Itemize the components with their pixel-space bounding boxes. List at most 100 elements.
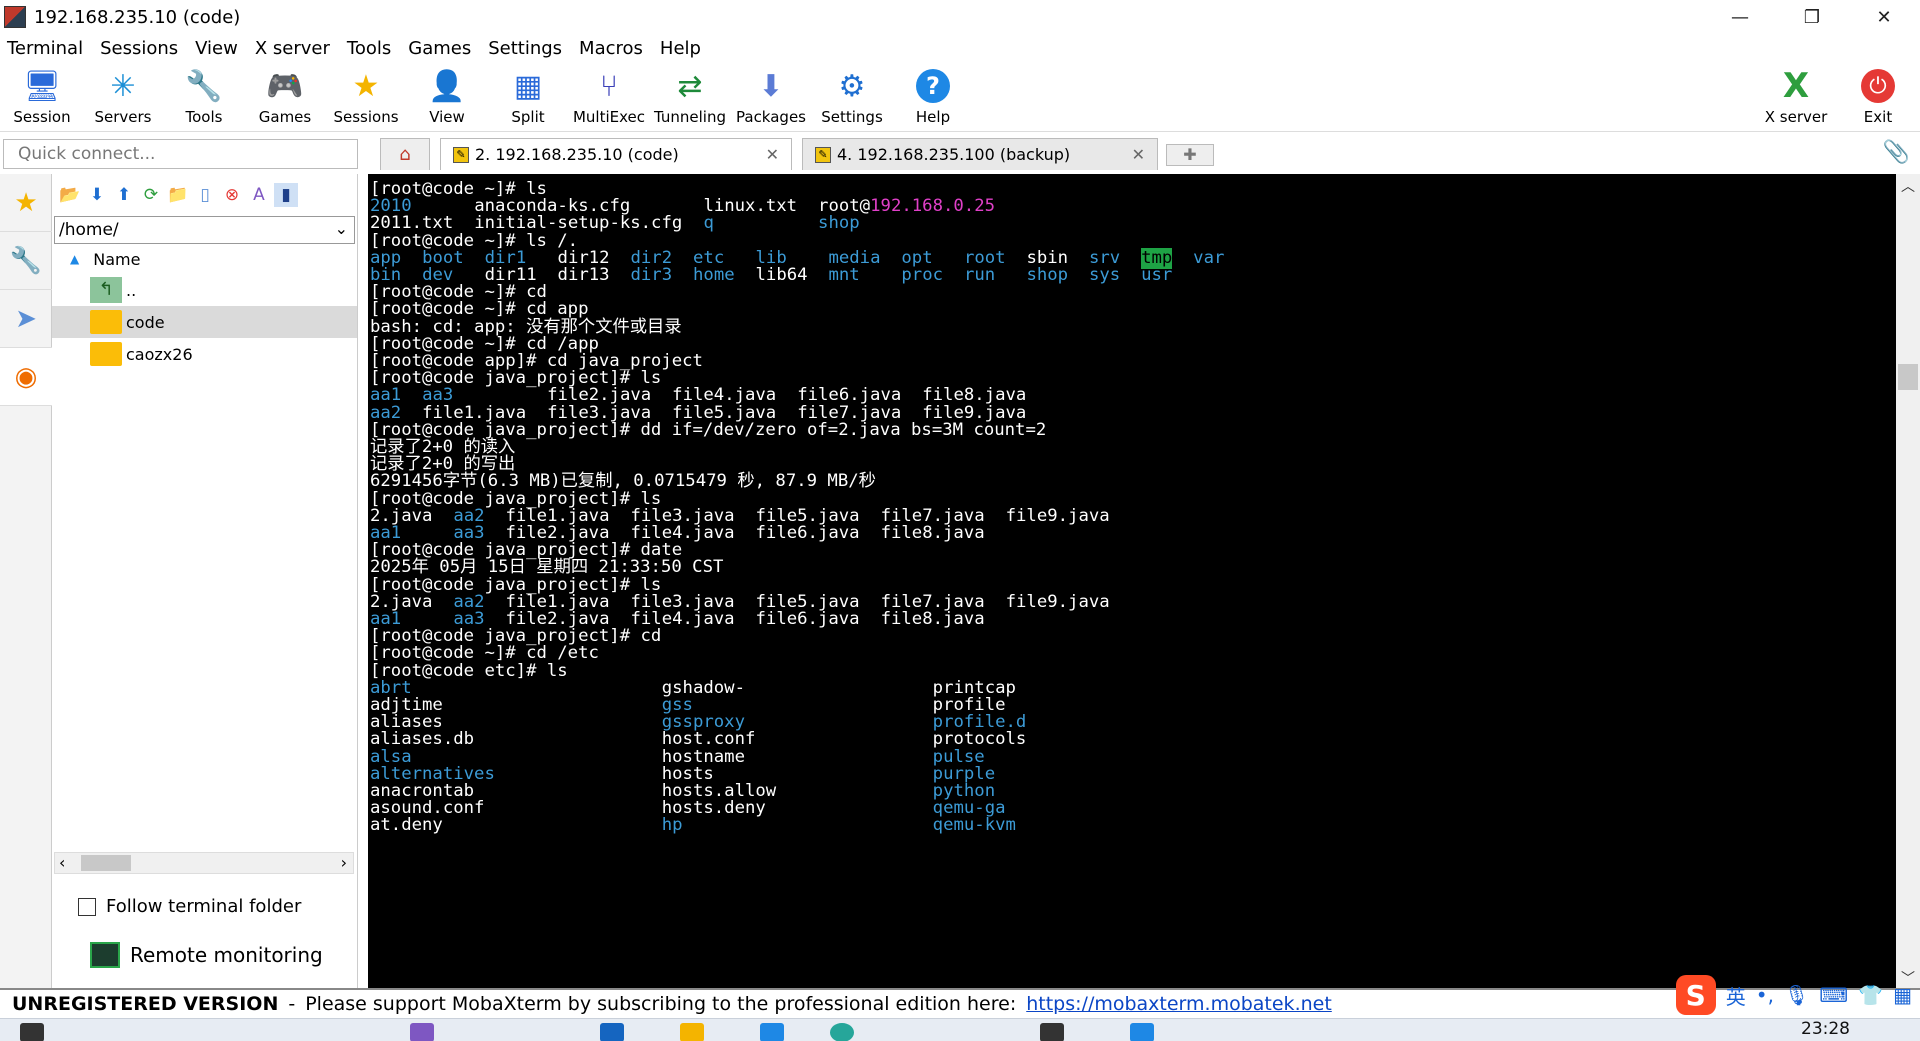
tools-button[interactable]: 🔧 Tools [164,66,244,130]
path-dropdown[interactable]: /home/ ⌄ [54,216,355,244]
servers-label: Servers [94,108,152,126]
menu-games[interactable]: Games [401,38,481,59]
new-tab-button[interactable]: ✚ [1166,144,1214,166]
tree-item-label: caozx26 [126,344,193,364]
taskbar-app-icon[interactable] [410,1023,434,1041]
sftp-globe-icon[interactable]: ◉ [0,348,52,406]
paperclip-icon[interactable]: 📎 [1883,140,1910,165]
menu-bar: Terminal Sessions View X server Tools Ga… [0,34,711,62]
xserver-icon: X [1782,66,1810,106]
skin-icon[interactable]: 👕 [1858,983,1883,1007]
remote-monitoring-button[interactable]: Remote monitoring [90,942,323,968]
settings-button[interactable]: ⚙ Settings [812,66,892,130]
download-icon[interactable]: ⬇ [85,183,109,207]
parent-folder-icon[interactable]: 📂 [58,183,82,207]
close-tab-icon[interactable]: ✕ [1132,145,1145,164]
tree-item-caozx26[interactable]: caozx26 [52,338,357,370]
refresh-icon[interactable]: ⟳ [139,183,163,207]
menu-help[interactable]: Help [653,38,711,59]
folder-icon [90,310,122,334]
horizontal-scrollbar[interactable]: ‹ › [54,852,354,874]
ime-language-toggle[interactable]: 英 [1726,981,1746,1010]
servers-icon: ✳ [110,68,136,104]
menu-xserver[interactable]: X server [248,38,340,59]
scroll-up-icon[interactable]: ︿ [1901,176,1915,196]
maximize-button[interactable]: ❐ [1776,0,1848,34]
terminal-text: dir3 [630,265,673,285]
menu-view[interactable]: View [188,38,248,59]
multiexec-icon: ⑂ [600,68,618,104]
tree-item-code[interactable]: code [52,306,357,338]
session-tab-icon: ✎ [815,146,831,163]
menu-macros[interactable]: Macros [572,38,653,59]
xserver-button[interactable]: X X server [1756,66,1836,130]
taskbar-app-icon[interactable] [600,1023,624,1041]
new-folder-icon[interactable]: 📁 [166,183,190,207]
mobatek-link[interactable]: https://mobaxterm.mobatek.net [1026,993,1332,1015]
scroll-thumb[interactable] [81,855,131,871]
help-label: Help [915,108,951,126]
ime-punctuation-icon[interactable]: •, [1756,983,1774,1007]
sort-up-icon: ▲ [70,252,80,266]
support-message: Please support MobaXterm by subscribing … [305,993,1017,1015]
sessions-star-icon[interactable]: ★ [0,174,52,232]
send-icon[interactable]: ➤ [0,290,52,348]
scroll-right-icon[interactable]: › [341,853,347,872]
terminal-vertical-scrollbar[interactable]: ︿ ﹀ [1896,174,1920,988]
home-tab[interactable]: ⌂ [380,138,430,170]
multiexec-button[interactable]: ⑂ MultiExec [569,66,649,130]
upload-icon[interactable]: ⬆ [112,183,136,207]
ime-menu-icon[interactable]: ▦ [1893,983,1912,1007]
name-column-header[interactable]: ▲ Name [52,244,357,274]
keyboard-icon[interactable]: ⌨ [1819,983,1848,1007]
tunneling-button[interactable]: ⇄ Tunneling [650,66,730,130]
mobaxterm-window: 192.168.235.10 (code) — ❐ ✕ Terminal Ses… [0,0,1920,1041]
toolbar: 🖥 Session ✳ Servers 🔧 Tools 🎮 Games ★ Session… [0,62,1920,132]
taskbar-folder-icon[interactable] [680,1023,704,1041]
menu-settings[interactable]: Settings [481,38,572,59]
sogou-logo-icon[interactable]: S [1675,975,1716,1015]
terminal-text: usr [1141,265,1173,285]
follow-terminal-folder-toggle[interactable]: Follow terminal folder [78,896,301,917]
terminal-text: run [963,265,996,285]
split-button[interactable]: ▦ Split [488,66,568,130]
taskbar-app-icon[interactable] [760,1023,784,1041]
exit-button[interactable]: ⏻ Exit [1838,66,1918,130]
tab-session-backup[interactable]: ✎ 4. 192.168.235.100 (backup) ✕ [802,138,1158,170]
menu-tools[interactable]: Tools [340,38,401,59]
tools-side-icon[interactable]: 🔧 [0,232,52,290]
sessions-button[interactable]: ★ Sessions [326,66,406,130]
star-icon: ★ [352,68,380,104]
taskbar-app-icon[interactable] [1130,1023,1154,1041]
taskbar-terminal-icon[interactable] [1040,1023,1064,1041]
new-file-icon[interactable]: ▯ [193,183,217,207]
start-icon[interactable] [20,1023,44,1041]
status-separator: - [288,993,296,1015]
settings-label: Settings [821,108,883,126]
rename-icon[interactable]: A [247,183,271,207]
scroll-left-icon[interactable]: ‹ [59,853,65,872]
delete-icon[interactable]: ⊗ [220,183,244,207]
view-button[interactable]: 👤 View [407,66,487,130]
close-tab-icon[interactable]: ✕ [766,145,779,164]
power-icon: ⏻ [1861,69,1895,103]
session-button[interactable]: 🖥 Session [2,66,82,130]
permissions-icon[interactable]: ▮ [274,183,298,207]
quick-connect-input[interactable]: Quick connect... [3,139,358,169]
servers-button[interactable]: ✳ Servers [83,66,163,130]
games-button[interactable]: 🎮 Games [245,66,325,130]
close-window-button[interactable]: ✕ [1848,0,1920,34]
help-button[interactable]: ? Help [893,66,973,130]
taskbar-browser-icon[interactable] [830,1023,854,1041]
follow-terminal-checkbox[interactable] [78,897,96,916]
chevron-down-icon: ⌄ [334,219,348,238]
terminal-output[interactable]: [root@code ~]# ls 2010 anaconda-ks.cfg linu… [368,174,1896,988]
packages-button[interactable]: ⬇ Packages [731,66,811,130]
microphone-icon[interactable]: 🎙 [1784,983,1809,1007]
menu-terminal[interactable]: Terminal [0,38,93,59]
terminal-scroll-thumb[interactable] [1898,364,1918,390]
tree-item-parent[interactable]: ↰ .. [52,274,357,306]
menu-sessions[interactable]: Sessions [93,38,188,59]
tab-session-code[interactable]: ✎ 2. 192.168.235.10 (code) ✕ [440,138,792,170]
minimize-button[interactable]: — [1704,0,1776,34]
